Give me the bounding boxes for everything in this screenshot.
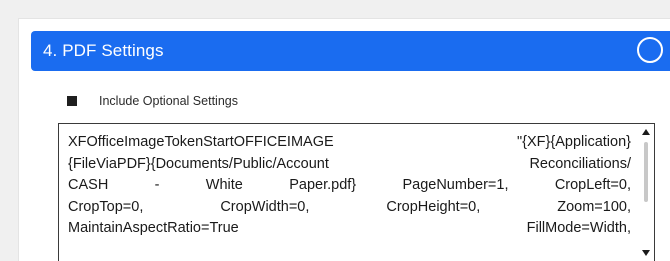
token-line: XFOfficeImageTokenStartOFFICEIMAGE "{XF}… (68, 134, 631, 150)
circle-icon[interactable] (637, 37, 663, 63)
pdf-settings-panel: 4. PDF Settings Include Optional Setting… (18, 18, 670, 261)
token-line: CASH - White Paper.pdf} PageNumber=1, Cr… (68, 177, 631, 193)
textarea-scrollbar[interactable] (638, 124, 654, 261)
include-optional-settings-row[interactable]: Include Optional Settings (67, 94, 238, 108)
token-line: MaintainAspectRatio=True FillMode=Width, (68, 220, 631, 236)
pdf-settings-header[interactable]: 4. PDF Settings (31, 31, 670, 71)
scroll-thumb[interactable] (644, 142, 648, 202)
token-line: {FileViaPDF}{Documents/Public/Account Re… (68, 155, 631, 172)
include-optional-settings-checkbox[interactable] (67, 96, 77, 106)
scroll-up-arrow-icon[interactable] (642, 129, 650, 135)
page: 4. PDF Settings Include Optional Setting… (0, 0, 670, 261)
section-title: 4. PDF Settings (43, 41, 164, 60)
token-line: CropTop=0, CropWidth=0, CropHeight=0, Zo… (68, 198, 631, 215)
include-optional-settings-label: Include Optional Settings (99, 94, 238, 108)
token-text: XFOfficeImageTokenStartOFFICEIMAGE "{XF}… (68, 132, 631, 240)
token-textarea[interactable]: XFOfficeImageTokenStartOFFICEIMAGE "{XF}… (58, 123, 655, 261)
scroll-down-arrow-icon[interactable] (642, 250, 650, 256)
